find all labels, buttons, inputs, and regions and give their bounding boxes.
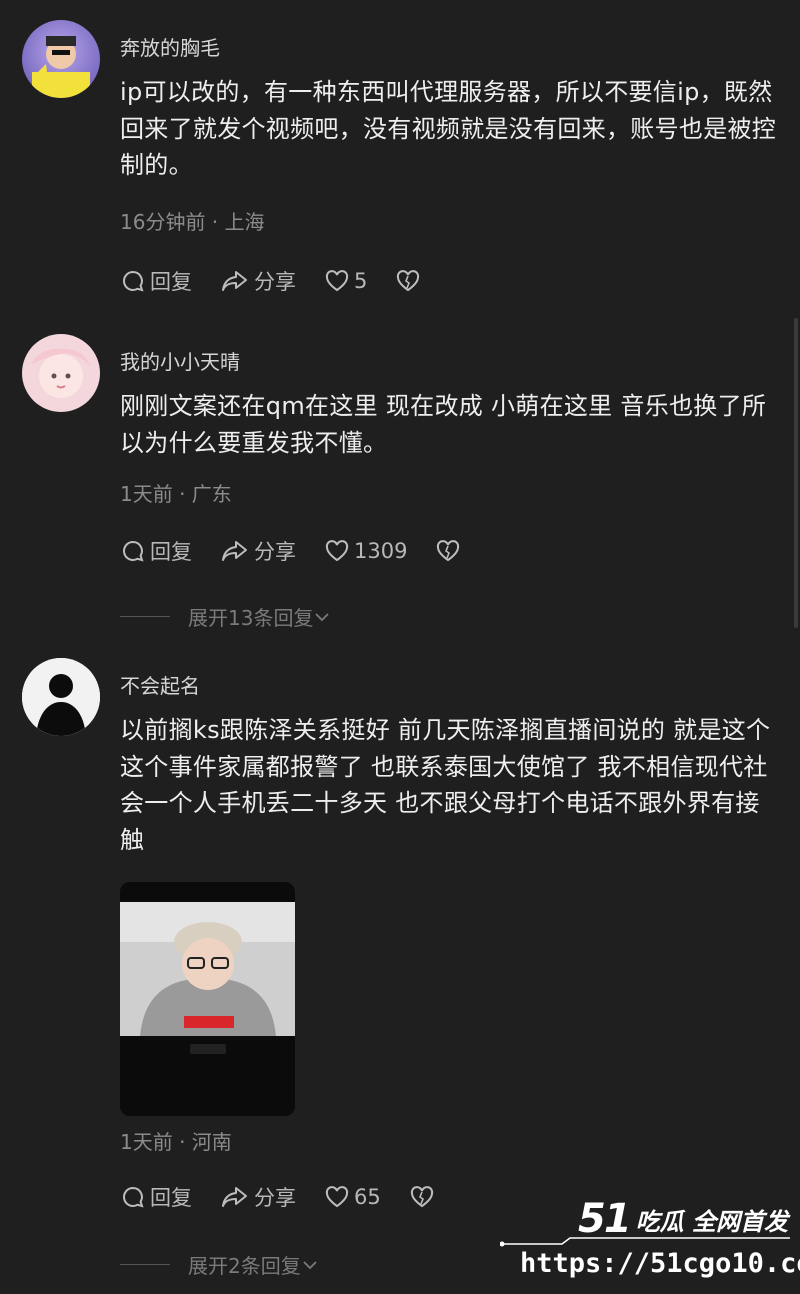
share-icon bbox=[222, 541, 247, 561]
chevron-down-icon bbox=[315, 612, 330, 621]
comment-actions: 回复 分享 65 bbox=[120, 1182, 467, 1212]
share-icon bbox=[222, 1187, 247, 1207]
comment-text: ip可以改的，有一种东西叫代理服务器，所以不要信ip，既然回来了就发个视频吧，没… bbox=[120, 78, 777, 179]
reply-label: 回复 bbox=[150, 1186, 192, 1210]
username[interactable]: 不会起名 bbox=[120, 670, 200, 699]
heart-icon bbox=[325, 270, 349, 292]
expand-replies-button[interactable]: 展开13条回复 bbox=[120, 602, 331, 631]
like-button[interactable]: 65 bbox=[324, 1184, 381, 1210]
dislike-button[interactable] bbox=[395, 268, 425, 294]
like-count: 5 bbox=[354, 269, 368, 293]
reply-label: 回复 bbox=[150, 540, 192, 564]
video-thumbnail[interactable] bbox=[120, 882, 295, 1116]
comment-meta: 1天前 · 广东 bbox=[120, 482, 232, 506]
chevron-down-icon bbox=[303, 1260, 317, 1269]
reply-button[interactable]: 回复 bbox=[120, 266, 192, 296]
divider-line bbox=[120, 616, 170, 617]
expand-replies-label: 展开2条回复 bbox=[188, 1254, 301, 1278]
username[interactable]: 奔放的胸毛 bbox=[120, 32, 220, 61]
reply-icon bbox=[123, 270, 144, 292]
heart-icon bbox=[325, 540, 349, 562]
broken-heart-icon bbox=[410, 1186, 433, 1208]
share-button[interactable]: 分享 bbox=[220, 266, 296, 296]
scrollbar[interactable] bbox=[794, 318, 798, 628]
avatar[interactable] bbox=[22, 20, 100, 98]
reply-button[interactable]: 回复 bbox=[120, 536, 192, 566]
reply-button[interactable]: 回复 bbox=[120, 1182, 192, 1212]
share-label: 分享 bbox=[254, 270, 296, 294]
share-label: 分享 bbox=[254, 1186, 296, 1210]
expand-replies-button[interactable]: 展开2条回复 bbox=[120, 1250, 319, 1279]
comment-meta: 16分钟前 · 上海 bbox=[120, 210, 265, 234]
broken-heart-icon bbox=[437, 540, 460, 562]
comment-meta: 1天前 · 河南 bbox=[120, 1130, 232, 1154]
reply-label: 回复 bbox=[150, 270, 192, 294]
like-count: 65 bbox=[354, 1185, 381, 1209]
heart-icon bbox=[325, 1186, 349, 1208]
reply-icon bbox=[123, 1186, 144, 1208]
dislike-button[interactable] bbox=[435, 538, 465, 564]
watermark-url: https://51cgo10.com bbox=[520, 1248, 800, 1279]
share-icon bbox=[222, 271, 247, 291]
watermark-slogan: 吃瓜 全网首发 bbox=[635, 1207, 789, 1236]
comment-text: 刚刚文案还在qm在这里 现在改成 小萌在这里 音乐也换了所以为什么要重发我不懂。 bbox=[120, 392, 767, 457]
avatar[interactable] bbox=[22, 334, 100, 412]
expand-replies-label: 展开13条回复 bbox=[188, 606, 314, 630]
comment-actions: 回复 分享 5 bbox=[120, 266, 453, 296]
like-count: 1309 bbox=[354, 539, 408, 563]
like-button[interactable]: 5 bbox=[324, 268, 367, 294]
like-button[interactable]: 1309 bbox=[324, 538, 407, 564]
broken-heart-icon bbox=[397, 270, 420, 292]
comment-actions: 回复 分享 1309 bbox=[120, 536, 493, 566]
share-label: 分享 bbox=[254, 540, 296, 564]
share-button[interactable]: 分享 bbox=[220, 536, 296, 566]
avatar[interactable] bbox=[22, 658, 100, 736]
dislike-button[interactable] bbox=[409, 1184, 439, 1210]
username[interactable]: 我的小小天晴 bbox=[120, 346, 240, 375]
share-button[interactable]: 分享 bbox=[220, 1182, 296, 1212]
reply-icon bbox=[123, 540, 144, 562]
divider-line bbox=[120, 1264, 170, 1265]
comment-text: 以前搁ks跟陈泽关系挺好 前几天陈泽搁直播间说的 就是这个 这个事件家属都报警了… bbox=[120, 716, 771, 854]
